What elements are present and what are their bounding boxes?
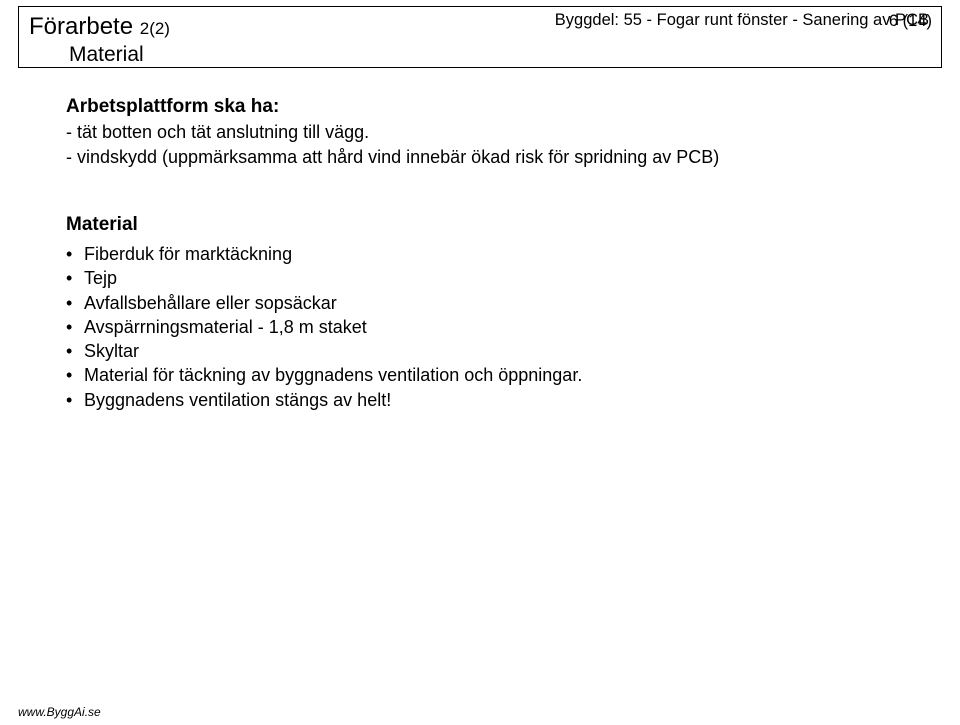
header-title: Förarbete 2(2): [29, 13, 555, 41]
material-heading: Material: [66, 214, 960, 236]
platform-heading: Arbetsplattform ska ha:: [66, 96, 960, 118]
footer-link: www.ByggAi.se: [18, 705, 101, 719]
list-item: Tejp: [66, 266, 960, 290]
list-item: Byggnadens ventilation stängs av helt!: [66, 388, 960, 412]
header-left: Förarbete 2(2) Material: [19, 7, 555, 67]
title-count: 2(2): [140, 19, 170, 38]
list-item: Avspärrningsmaterial - 1,8 m staket: [66, 315, 960, 339]
list-item: Fiberduk för marktäckning: [66, 242, 960, 266]
material-section: Material Fiberduk för marktäckning Tejp …: [66, 214, 960, 412]
list-item: Skyltar: [66, 339, 960, 363]
platform-line-1: - tät botten och tät anslutning till väg…: [66, 122, 960, 143]
title-text: Förarbete: [29, 13, 133, 40]
list-item: Avfallsbehållare eller sopsäckar: [66, 291, 960, 315]
content: Arbetsplattform ska ha: - tät botten och…: [0, 68, 960, 412]
header-byggdel: Byggdel: 55 - Fogar runt fönster - Saner…: [555, 7, 941, 67]
header-subtitle: Material: [69, 43, 555, 67]
platform-line-2: - vindskydd (uppmärksamma att hård vind …: [66, 147, 960, 168]
material-list: Fiberduk för marktäckning Tejp Avfallsbe…: [66, 242, 960, 412]
header-box: Förarbete 2(2) Material Byggdel: 55 - Fo…: [18, 6, 942, 68]
list-item: Material för täckning av byggnadens vent…: [66, 363, 960, 387]
